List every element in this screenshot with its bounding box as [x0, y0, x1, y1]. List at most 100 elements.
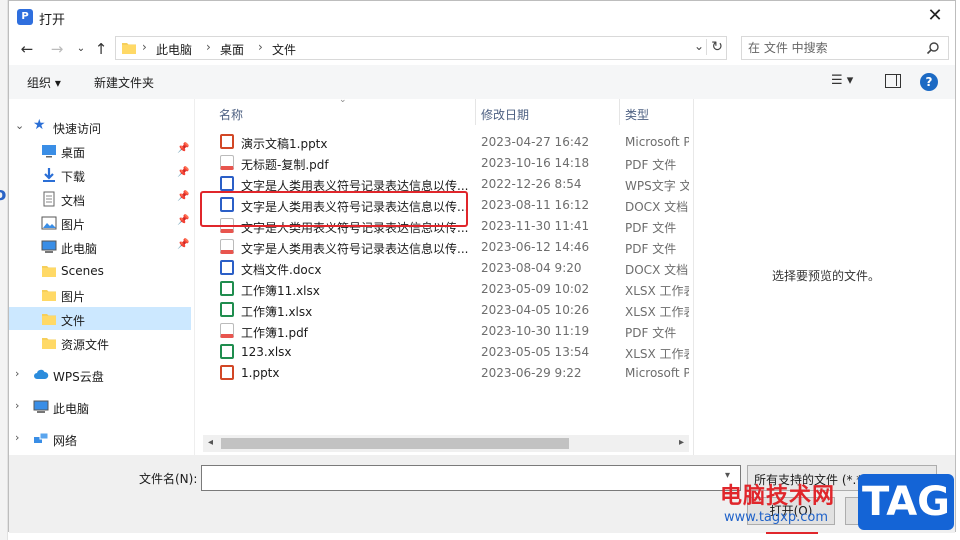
address-bar[interactable]: › 此电脑 › 桌面 › 文件 ⌄ ↻: [115, 36, 727, 60]
file-row[interactable]: 工作簿1.pdf 2023-10-30 11:19 PDF 文件: [203, 320, 689, 341]
file-row[interactable]: 演示文稿1.pptx 2023-04-27 16:42 Microsoft Powe…: [203, 131, 689, 152]
nav-item-this-pc[interactable]: 此电脑 📌: [9, 235, 191, 258]
file-row[interactable]: 工作簿1.xlsx 2023-04-05 10:26 XLSX 工作表: [203, 299, 689, 320]
open-button[interactable]: 打开(O): [747, 497, 835, 525]
file-name: 文字是人类用表义符号记录表达信息以传...: [241, 179, 469, 193]
scrollbar-thumb[interactable]: [221, 438, 569, 449]
nav-label: 文档: [61, 194, 86, 208]
close-button[interactable]: ✕: [923, 5, 947, 29]
nav-item-files[interactable]: 文件: [9, 307, 191, 330]
file-date: 2022-12-26 8:54: [481, 177, 582, 191]
scroll-left-icon[interactable]: ◂: [208, 437, 213, 448]
nav-this-pc[interactable]: › 此电脑: [9, 395, 191, 418]
new-folder-button[interactable]: 新建文件夹: [94, 74, 154, 91]
up-button[interactable]: ↑: [91, 39, 111, 59]
nav-label: 此电脑: [53, 402, 90, 416]
nav-wps-cloud[interactable]: › WPS云盘: [9, 363, 191, 386]
nav-label: 此电脑: [61, 242, 98, 256]
file-row[interactable]: 工作簿11.xlsx 2023-05-09 10:02 XLSX 工作表: [203, 278, 689, 299]
xlsx-file-icon: [220, 302, 234, 317]
file-date: 2023-11-30 11:41: [481, 219, 590, 233]
arrow-left-icon: ←: [20, 40, 34, 58]
organize-button[interactable]: 组织 ▾: [27, 74, 61, 91]
filetype-select[interactable]: 所有支持的文件 (*.*): [747, 465, 937, 491]
file-row[interactable]: 文字是人类用表义符号记录表达信息以传... 2022-12-26 8:54 WPS文…: [203, 173, 689, 194]
file-type: Microsoft PowerPoint: [625, 135, 689, 149]
column-header-type[interactable]: 类型: [625, 99, 649, 125]
filename-input[interactable]: [201, 465, 741, 491]
folder-icon: [42, 290, 56, 301]
file-date: 2023-06-29 9:22: [481, 366, 582, 380]
nav-item-pictures[interactable]: 图片 📌: [9, 211, 191, 234]
download-icon: [43, 168, 55, 182]
search-box[interactable]: [741, 36, 949, 60]
preview-pane-toggle[interactable]: [885, 74, 901, 88]
file-row[interactable]: 文字是人类用表义符号记录表达信息以传... 2023-06-12 14:46 PDF…: [203, 236, 689, 257]
chevron-right-icon: ›: [15, 367, 20, 380]
view-list-icon: ☰ ▾: [831, 73, 854, 88]
nav-item-documents[interactable]: 文档 📌: [9, 187, 191, 210]
help-button[interactable]: ?: [920, 73, 938, 91]
file-row[interactable]: 文字是人类用表义符号记录表达信息以传... 2023-08-11 16:12 DOC…: [203, 194, 689, 215]
column-header-date[interactable]: 修改日期: [481, 99, 529, 125]
file-name: 文档文件.docx: [241, 263, 322, 277]
folder-icon: [42, 338, 56, 349]
pdf-file-icon: [220, 155, 234, 170]
command-toolbar: 组织 ▾ 新建文件夹 ☰ ▾ ?: [9, 65, 955, 99]
arrow-up-icon: ↑: [94, 40, 108, 58]
view-options-button[interactable]: ☰ ▾: [831, 73, 853, 88]
chevron-down-icon[interactable]: ▾: [725, 470, 730, 481]
recent-dropdown-button[interactable]: ⌄: [71, 39, 91, 59]
nav-network[interactable]: › 网络: [9, 427, 191, 450]
search-input[interactable]: [748, 40, 918, 56]
wps-file-icon: [220, 176, 234, 191]
file-row[interactable]: 文字是人类用表义符号记录表达信息以传... 2023-11-30 11:41 PDF…: [203, 215, 689, 236]
nav-item-scenes[interactable]: Scenes: [9, 259, 191, 282]
navigation-pane: ⌄ ★ 快速访问 桌面 📌 下载 📌 文档 📌 图片 📌 此电脑 📌 Scene…: [9, 99, 195, 455]
nav-label: 桌面: [61, 146, 86, 160]
cancel-button[interactable]: 取消: [845, 497, 933, 525]
cloud-icon: [34, 369, 49, 379]
chevron-down-icon: ⌄: [693, 39, 704, 53]
arrow-right-icon: →: [50, 40, 64, 58]
nav-item-downloads[interactable]: 下载 📌: [9, 163, 191, 186]
file-row[interactable]: 文档文件.docx 2023-08-04 9:20 DOCX 文档: [203, 257, 689, 278]
folder-icon: [42, 314, 56, 325]
breadcrumb-desktop[interactable]: 桌面: [220, 41, 244, 58]
docx-file-icon: [220, 260, 234, 275]
pin-icon: 📌: [177, 167, 190, 178]
refresh-button[interactable]: ↻: [706, 39, 723, 55]
file-row[interactable]: 1.pptx 2023-06-29 9:22 Microsoft PowerPoin…: [203, 362, 689, 383]
breadcrumb-separator-icon: ›: [258, 40, 263, 54]
file-date: 2023-04-27 16:42: [481, 135, 590, 149]
nav-item-resources[interactable]: 资源文件: [9, 331, 191, 354]
xlsx-file-icon: [220, 281, 234, 296]
back-button[interactable]: ←: [17, 39, 37, 59]
address-dropdown-button[interactable]: ⌄: [694, 39, 704, 53]
pptx-file-icon: [220, 134, 234, 149]
nav-quick-access[interactable]: ⌄ ★ 快速访问: [9, 115, 191, 138]
column-divider[interactable]: [619, 99, 620, 125]
horizontal-scrollbar[interactable]: ◂ ▸: [203, 435, 689, 452]
nav-item-desktop[interactable]: 桌面 📌: [9, 139, 191, 162]
file-name: 无标题-复制.pdf: [241, 158, 329, 172]
folder-icon: [122, 43, 136, 54]
annotation-underline: [766, 532, 818, 534]
column-divider[interactable]: [475, 99, 476, 125]
scroll-right-icon[interactable]: ▸: [679, 437, 684, 448]
file-row[interactable]: 无标题-复制.pdf 2023-10-16 14:18 PDF 文件: [203, 152, 689, 173]
file-type: PDF 文件: [625, 221, 677, 235]
forward-button[interactable]: →: [47, 39, 67, 59]
refresh-icon: ↻: [711, 39, 723, 55]
wps-app-icon: P: [17, 9, 33, 25]
pin-icon: 📌: [177, 191, 190, 202]
column-header-name[interactable]: 名称: [219, 99, 243, 125]
breadcrumb-this-pc[interactable]: 此电脑: [156, 41, 192, 58]
xlsx-file-icon: [220, 344, 234, 359]
nav-label: 资源文件: [61, 338, 110, 352]
breadcrumb-files[interactable]: 文件: [272, 41, 296, 58]
file-row[interactable]: 123.xlsx 2023-05-05 13:54 XLSX 工作表: [203, 341, 689, 362]
file-date: 2023-05-09 10:02: [481, 282, 590, 296]
nav-item-pictures-folder[interactable]: 图片: [9, 283, 191, 306]
nav-label: 文件: [61, 314, 86, 328]
